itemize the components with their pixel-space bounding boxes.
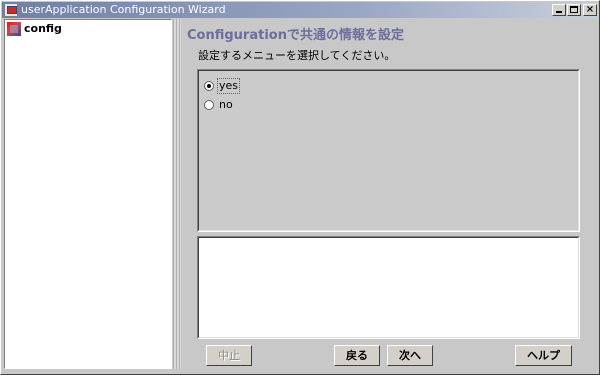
split-pane-divider[interactable] [173,19,181,369]
close-button[interactable]: × [583,4,597,16]
option-no-label[interactable]: no [218,98,234,112]
title-bar[interactable]: userApplication Configuration Wizard × [2,2,598,18]
app-icon [4,3,18,17]
cancel-button[interactable]: 中止 [206,345,252,366]
window-title: userApplication Configuration Wizard [21,3,226,16]
maximize-button[interactable] [567,4,581,16]
description-text [198,237,579,338]
description-area[interactable] [197,236,580,339]
instruction-text: 設定するメニューを選択してください。 [198,49,396,62]
maximize-icon [570,6,578,13]
next-button[interactable]: 次へ [387,345,433,366]
tree-node-label: config [24,22,62,35]
option-yes-label[interactable]: yes [216,78,241,94]
close-icon: × [585,4,595,15]
wizard-window: userApplication Configuration Wizard × c… [0,0,600,375]
back-button[interactable]: 戻る [334,345,380,366]
page-title: Configurationで共通の情報を設定 [187,28,404,43]
help-button[interactable]: ヘルプ [515,345,572,366]
config-node-icon [7,22,21,36]
radio-unselected-icon[interactable] [204,100,214,110]
options-panel-inner: yes no [198,70,579,231]
minimize-icon [556,11,562,13]
options-panel: yes no [197,69,580,232]
minimize-button[interactable] [552,4,566,16]
radio-selected-icon[interactable] [204,81,214,91]
tree-panel[interactable]: config [4,19,172,369]
